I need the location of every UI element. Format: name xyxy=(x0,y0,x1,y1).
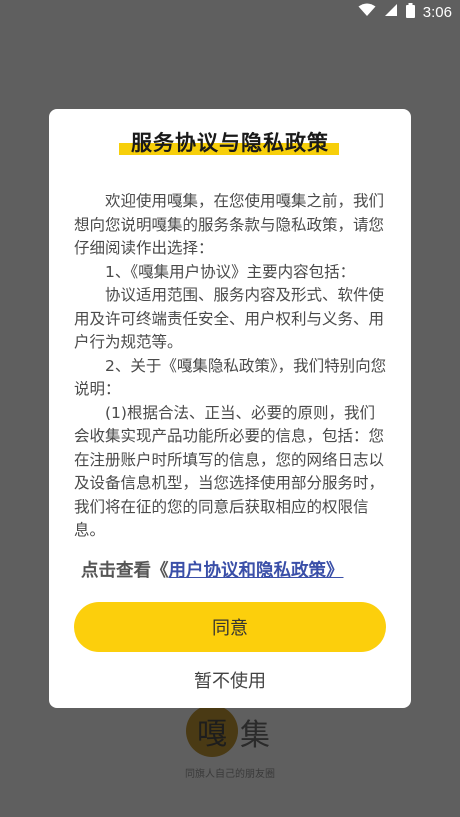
dialog-title: 服务协议与隐私政策 xyxy=(119,127,339,157)
privacy-policy-heading: 2、关于《嘎集隐私政策》，我们特别向您说明： xyxy=(74,356,387,399)
battery-icon xyxy=(405,2,415,22)
policy-link-row: 点击查看《用户协议和隐私政策》 xyxy=(81,557,391,582)
privacy-policy-summary: (1)根据合法、正当、必要的原则，我们会收集实现产品功能所必要的信息，包括：您在… xyxy=(74,403,385,540)
policy-link-prefix: 点击查看《 xyxy=(81,561,169,581)
privacy-dialog: 服务协议与隐私政策 欢迎使用嘎集，在您使用嘎集之前，我们想向您说明嘎集的服务条款… xyxy=(49,109,411,708)
policy-link-suffix[interactable]: 》 xyxy=(326,561,344,581)
status-time: 3:06 xyxy=(422,3,452,21)
dialog-body: 欢迎使用嘎集，在您使用嘎集之前，我们想向您说明嘎集的服务条款与隐私政策，请您仔细… xyxy=(74,190,388,543)
wifi-icon xyxy=(358,3,376,21)
signal-icon xyxy=(384,3,398,21)
dialog-title-wrap: 服务协议与隐私政策 xyxy=(49,127,411,157)
user-agreement-heading: 1、《嘎集用户协议》主要内容包括： xyxy=(105,262,356,281)
app-logo-char: 嘎 xyxy=(197,717,227,752)
dialog-title-text: 服务协议与隐私政策 xyxy=(131,131,329,155)
app-logo: 嘎 xyxy=(186,705,238,757)
app-logo-text: 集 xyxy=(240,718,270,753)
user-agreement-summary: 协议适用范围、服务内容及形式、软件使用及许可终端责任安全、用户权利与义务、用户行… xyxy=(74,286,385,351)
agree-button[interactable]: 同意 xyxy=(74,602,386,652)
status-bar: 3:06 xyxy=(0,0,460,24)
app-slogan: 同旗人自己的朋友圈 xyxy=(185,769,275,780)
intro-paragraph: 欢迎使用嘎集，在您使用嘎集之前，我们想向您说明嘎集的服务条款与隐私政策，请您仔细… xyxy=(74,192,385,257)
status-icons: 3:06 xyxy=(358,2,452,22)
decline-button[interactable]: 暂不使用 xyxy=(49,665,411,695)
policy-link[interactable]: 用户协议和隐私政策 xyxy=(169,561,327,581)
